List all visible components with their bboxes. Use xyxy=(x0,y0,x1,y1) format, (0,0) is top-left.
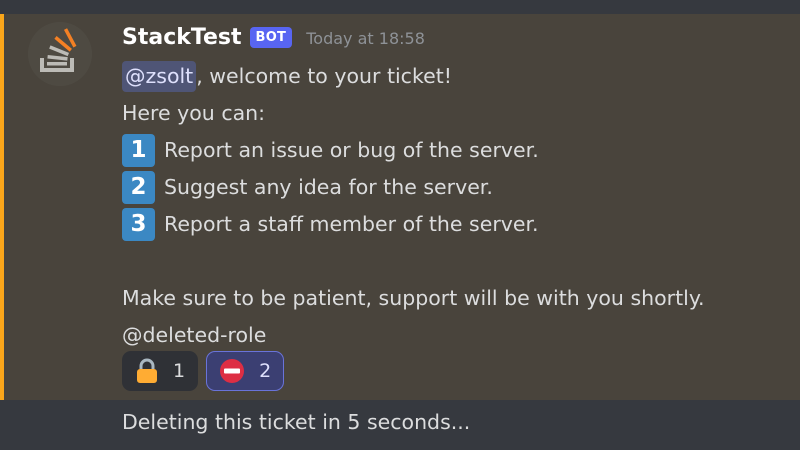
message-header: StackTest BOT Today at 18:58 xyxy=(122,20,425,54)
next-message-text: Deleting this ticket in 5 seconds... xyxy=(122,410,471,434)
keycap-one-icon[interactable]: 1 xyxy=(122,134,155,167)
keycap-three-icon[interactable]: 3 xyxy=(122,208,155,241)
next-message[interactable]: Deleting this ticket in 5 seconds... xyxy=(122,402,470,442)
user-mention[interactable]: @zsolt xyxy=(122,61,197,92)
timestamp[interactable]: Today at 18:58 xyxy=(306,29,425,48)
previous-message-area xyxy=(0,0,800,14)
highlighted-message[interactable]: StackTest BOT Today at 18:58 @zsolt, wel… xyxy=(0,14,800,400)
intro-line: Here you can: xyxy=(122,95,782,132)
role-mention-line: @deleted-role xyxy=(122,317,782,354)
option-row: 3 Report a staff member of the server. xyxy=(122,206,782,243)
reaction-no-entry[interactable]: 2 xyxy=(206,351,285,391)
intro-text: Here you can: xyxy=(122,101,266,125)
stack-logo-icon xyxy=(28,22,92,86)
lock-icon xyxy=(137,358,157,383)
option-text: Report a staff member of the server. xyxy=(164,212,539,236)
author-name[interactable]: StackTest xyxy=(122,25,242,50)
role-mention: @deleted-role xyxy=(122,323,267,347)
option-text: Report an issue or bug of the server. xyxy=(164,138,539,162)
reaction-count: 1 xyxy=(173,360,186,382)
option-text: Suggest any idea for the server. xyxy=(164,175,493,199)
mention-highlight-bar xyxy=(0,14,4,400)
bot-tag: BOT xyxy=(249,26,293,48)
avatar[interactable] xyxy=(28,22,92,86)
welcome-text: , welcome to your ticket! xyxy=(196,64,452,88)
reaction-count: 2 xyxy=(259,360,272,382)
closing-line: Make sure to be patient, support will be… xyxy=(122,280,782,317)
keycap-two-icon[interactable]: 2 xyxy=(122,171,155,204)
reactions-bar: 1 2 xyxy=(122,351,285,391)
reaction-lock[interactable]: 1 xyxy=(122,351,199,391)
option-row: 2 Suggest any idea for the server. xyxy=(122,169,782,206)
closing-text: Make sure to be patient, support will be… xyxy=(122,286,705,310)
option-row: 1 Report an issue or bug of the server. xyxy=(122,132,782,169)
no-entry-icon xyxy=(220,359,245,383)
welcome-line: @zsolt, welcome to your ticket! xyxy=(122,58,782,95)
message-content: @zsolt, welcome to your ticket! Here you… xyxy=(122,58,782,354)
